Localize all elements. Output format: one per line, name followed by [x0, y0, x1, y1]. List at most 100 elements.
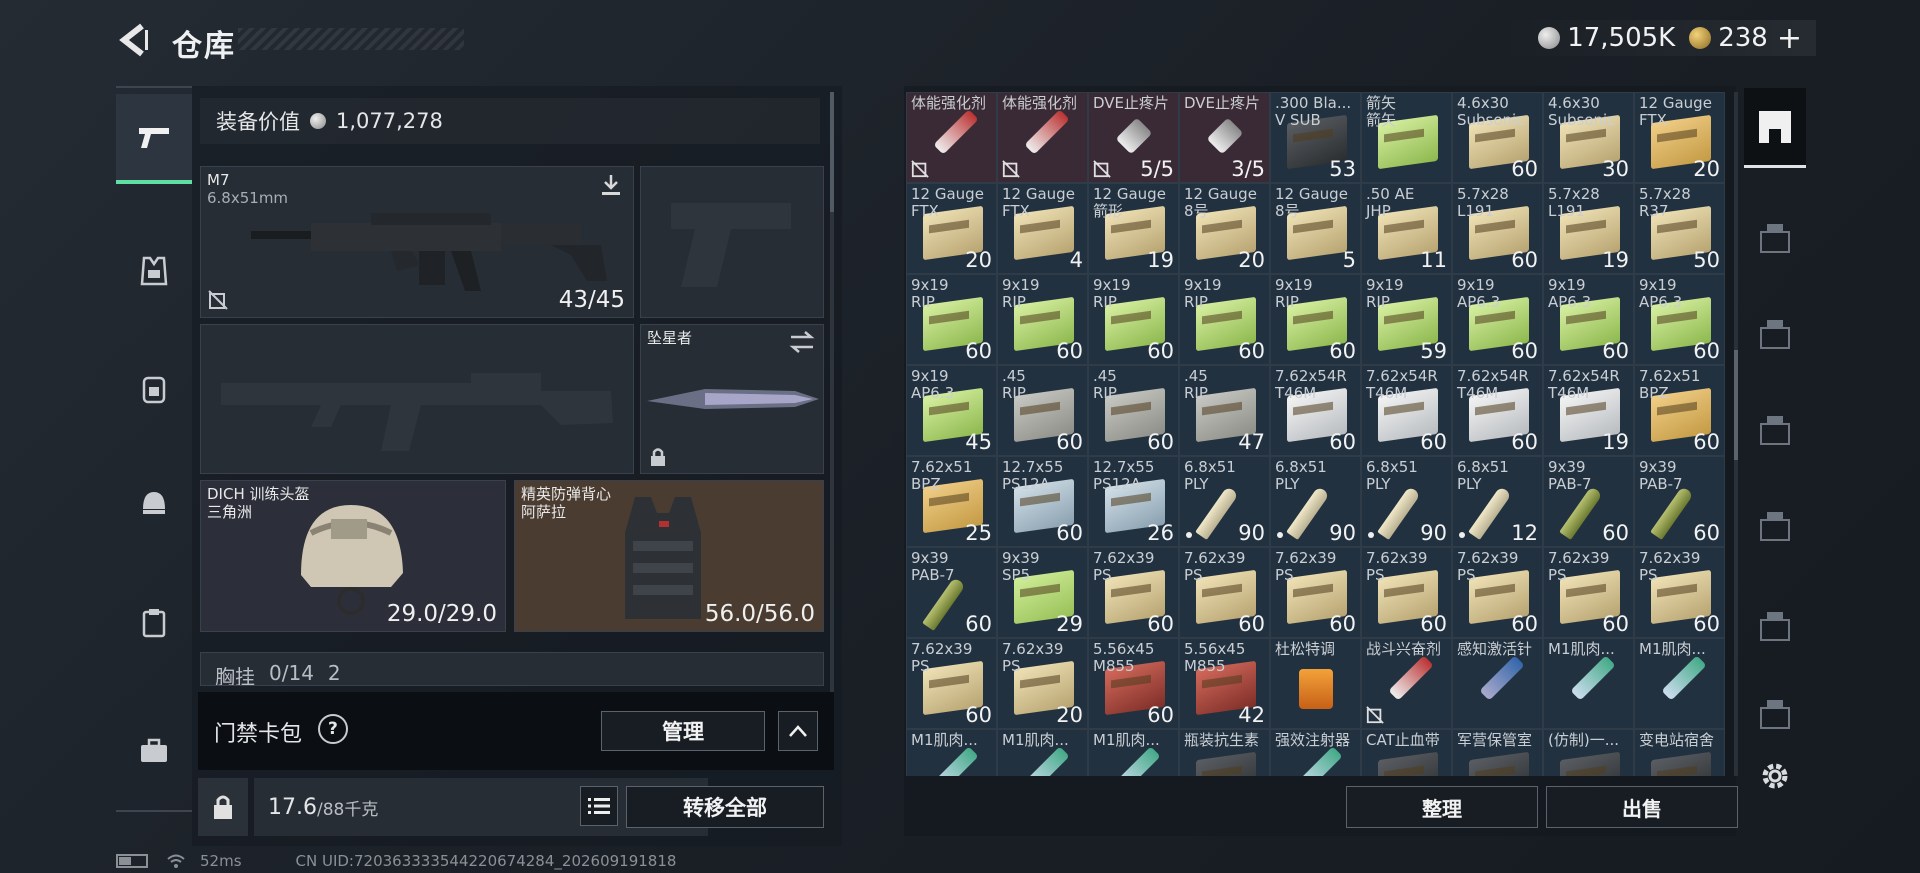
stash-item[interactable]: 5.7x28 L191 19 — [1543, 183, 1634, 274]
stash-item[interactable]: 12 Gauge 8号 20 — [1179, 183, 1270, 274]
sort-button[interactable]: 整理 — [1346, 786, 1538, 828]
transfer-all-button[interactable]: 转移全部 — [626, 786, 824, 828]
stash-scrollbar-thumb[interactable] — [1734, 350, 1738, 460]
stash-item[interactable]: 6.8x51 PLY 90 — [1361, 456, 1452, 547]
stash-item[interactable]: 12 Gauge 箭形 19 — [1088, 183, 1179, 274]
stash-item[interactable]: 7.62x51 BPZ 25 — [906, 456, 997, 547]
stash-item[interactable]: 9x19 AP6.3 45 — [906, 365, 997, 456]
stash-item[interactable]: 9x19 RIP 60 — [906, 274, 997, 365]
stash-scrollbar[interactable] — [1734, 92, 1738, 776]
stash-item[interactable]: 12.7x55 PS12A 60 — [997, 456, 1088, 547]
stash-item[interactable]: 4.6x30 Subsonic 30 — [1543, 92, 1634, 183]
stash-item[interactable]: .50 AE JHP 11 — [1361, 183, 1452, 274]
melee-slot[interactable]: 坠星者 — [640, 324, 824, 474]
nav-backpack[interactable] — [116, 344, 192, 434]
stash-item[interactable]: 12.7x55 PS12A 26 — [1088, 456, 1179, 547]
tab-storage-2[interactable] — [1744, 294, 1806, 374]
stash-item[interactable]: 9x19 RIP 60 — [997, 274, 1088, 365]
stash-item[interactable]: 瓶装抗生素 — [1179, 729, 1270, 776]
stash-item[interactable]: 12 Gauge FTX 4 — [997, 183, 1088, 274]
stash-item[interactable]: (仿制)一... — [1543, 729, 1634, 776]
stash-item[interactable]: 7.62x39 PS 60 — [906, 638, 997, 729]
stash-item[interactable]: 体能强化剂 — [997, 92, 1088, 183]
stash-item[interactable]: 7.62x39 PS 20 — [997, 638, 1088, 729]
stash-item[interactable]: 7.62x39 PS 60 — [1088, 547, 1179, 638]
stash-item[interactable]: 7.62x39 PS 60 — [1179, 547, 1270, 638]
stash-item[interactable]: 强效注射器 — [1270, 729, 1361, 776]
list-view-button[interactable] — [580, 786, 618, 826]
secondary-weapon-slot-empty[interactable] — [200, 324, 634, 474]
tab-storage-4[interactable] — [1744, 486, 1806, 566]
gold-balance[interactable]: 238 + — [1689, 21, 1802, 56]
stash-item[interactable]: M1肌肉... — [997, 729, 1088, 776]
stash-item[interactable]: 9x39 PAB-7 60 — [1634, 456, 1725, 547]
stash-item[interactable]: 6.8x51 PLY 12 — [1452, 456, 1543, 547]
stash-item[interactable]: .45 RIP 60 — [1088, 365, 1179, 456]
settings-button[interactable] — [1744, 750, 1806, 802]
help-icon[interactable]: ? — [311, 707, 355, 751]
stash-item[interactable]: 9x39 PAB-7 60 — [1543, 456, 1634, 547]
loadout-scrollbar[interactable] — [830, 92, 834, 692]
stash-item[interactable]: .300 Bla... V SUB 53 — [1270, 92, 1361, 183]
nav-clipboard[interactable] — [116, 578, 192, 668]
tab-storage-5[interactable] — [1744, 586, 1806, 666]
stash-item[interactable]: 9x19 AP6.3 60 — [1543, 274, 1634, 365]
stash-item[interactable]: 7.62x54R T46M 60 — [1270, 365, 1361, 456]
stash-item[interactable]: M1肌肉... — [906, 729, 997, 776]
nav-helmet[interactable] — [116, 458, 192, 548]
nav-chest-rig[interactable] — [116, 226, 192, 316]
stash-item[interactable]: 7.62x51 BPZ 60 — [1634, 365, 1725, 456]
nav-case[interactable] — [116, 706, 192, 796]
stash-item[interactable]: M1肌肉... — [1088, 729, 1179, 776]
manage-button[interactable]: 管理 — [601, 711, 765, 751]
stash-item[interactable]: 7.62x39 PS 60 — [1270, 547, 1361, 638]
armor-slot[interactable]: 精英防弹背心 阿萨拉 56.0/56.0 — [514, 480, 824, 632]
nav-weapons[interactable] — [116, 94, 192, 184]
stash-item[interactable]: 9x19 RIP 59 — [1361, 274, 1452, 365]
stash-item[interactable]: 箭矢 箭矢 — [1361, 92, 1452, 183]
helmet-slot[interactable]: DICH 训练头盔 三角洲 29.0/29.0 — [200, 480, 506, 632]
stash-item[interactable]: 变电站宿舍 — [1634, 729, 1725, 776]
stash-item[interactable]: 9x19 RIP 60 — [1270, 274, 1361, 365]
back-button[interactable] — [118, 22, 148, 58]
collapse-button[interactable] — [778, 711, 818, 751]
loadout-scrollbar-thumb[interactable] — [830, 92, 834, 212]
tab-storage-1[interactable] — [1744, 198, 1806, 278]
stash-item[interactable]: 7.62x54R T46M 60 — [1452, 365, 1543, 456]
stash-item[interactable]: 6.8x51 PLY 90 — [1179, 456, 1270, 547]
stash-item[interactable]: 12 Gauge FTX 20 — [1634, 92, 1725, 183]
chest-rig-slot[interactable]: 胸挂 0/14 2 — [200, 652, 824, 686]
stash-item[interactable]: 7.62x39 PS 60 — [1634, 547, 1725, 638]
sell-button[interactable]: 出售 — [1546, 786, 1738, 828]
stash-item[interactable]: 5.7x28 R37 50 — [1634, 183, 1725, 274]
stash-item[interactable]: 5.56x45 M855 60 — [1088, 638, 1179, 729]
stash-item[interactable]: 9x39 SP5 29 — [997, 547, 1088, 638]
stash-item[interactable]: 体能强化剂 — [906, 92, 997, 183]
stash-item[interactable]: 6.8x51 PLY 90 — [1270, 456, 1361, 547]
pistol-slot-empty[interactable] — [640, 166, 824, 318]
stash-item[interactable]: .45 RIP 47 — [1179, 365, 1270, 456]
stash-item[interactable]: 7.62x39 PS 60 — [1543, 547, 1634, 638]
stash-item[interactable]: 12 Gauge 8号 5 — [1270, 183, 1361, 274]
stash-item[interactable]: 感知激活针 — [1452, 638, 1543, 729]
stash-item[interactable]: 杜松特调 — [1270, 638, 1361, 729]
stash-item[interactable]: 军营保管室 — [1452, 729, 1543, 776]
stash-item[interactable]: 9x19 RIP 60 — [1088, 274, 1179, 365]
tab-storage-3[interactable] — [1744, 390, 1806, 470]
stash-item[interactable]: 5.7x28 L191 60 — [1452, 183, 1543, 274]
stash-item[interactable]: 7.62x54R T46M 60 — [1361, 365, 1452, 456]
stash-item[interactable]: 9x19 RIP 60 — [1179, 274, 1270, 365]
stash-item[interactable]: M1肌肉... — [1634, 638, 1725, 729]
stash-item[interactable]: M1肌肉... — [1543, 638, 1634, 729]
tab-all[interactable] — [1744, 88, 1806, 168]
stash-item[interactable]: 7.62x39 PS 60 — [1361, 547, 1452, 638]
stash-item[interactable]: .45 RIP 60 — [997, 365, 1088, 456]
stash-item[interactable]: 5.56x45 M855 42 — [1179, 638, 1270, 729]
stash-item[interactable]: DVE止疼片 3/5 — [1179, 92, 1270, 183]
stash-item[interactable]: 12 Gauge FTX 20 — [906, 183, 997, 274]
lock-button[interactable] — [198, 778, 248, 836]
swap-icon[interactable] — [789, 331, 815, 353]
stash-item[interactable]: 9x19 AP6.3 60 — [1452, 274, 1543, 365]
stash-item[interactable]: 9x39 PAB-7 60 — [906, 547, 997, 638]
stash-item[interactable]: 4.6x30 Subsonic 60 — [1452, 92, 1543, 183]
